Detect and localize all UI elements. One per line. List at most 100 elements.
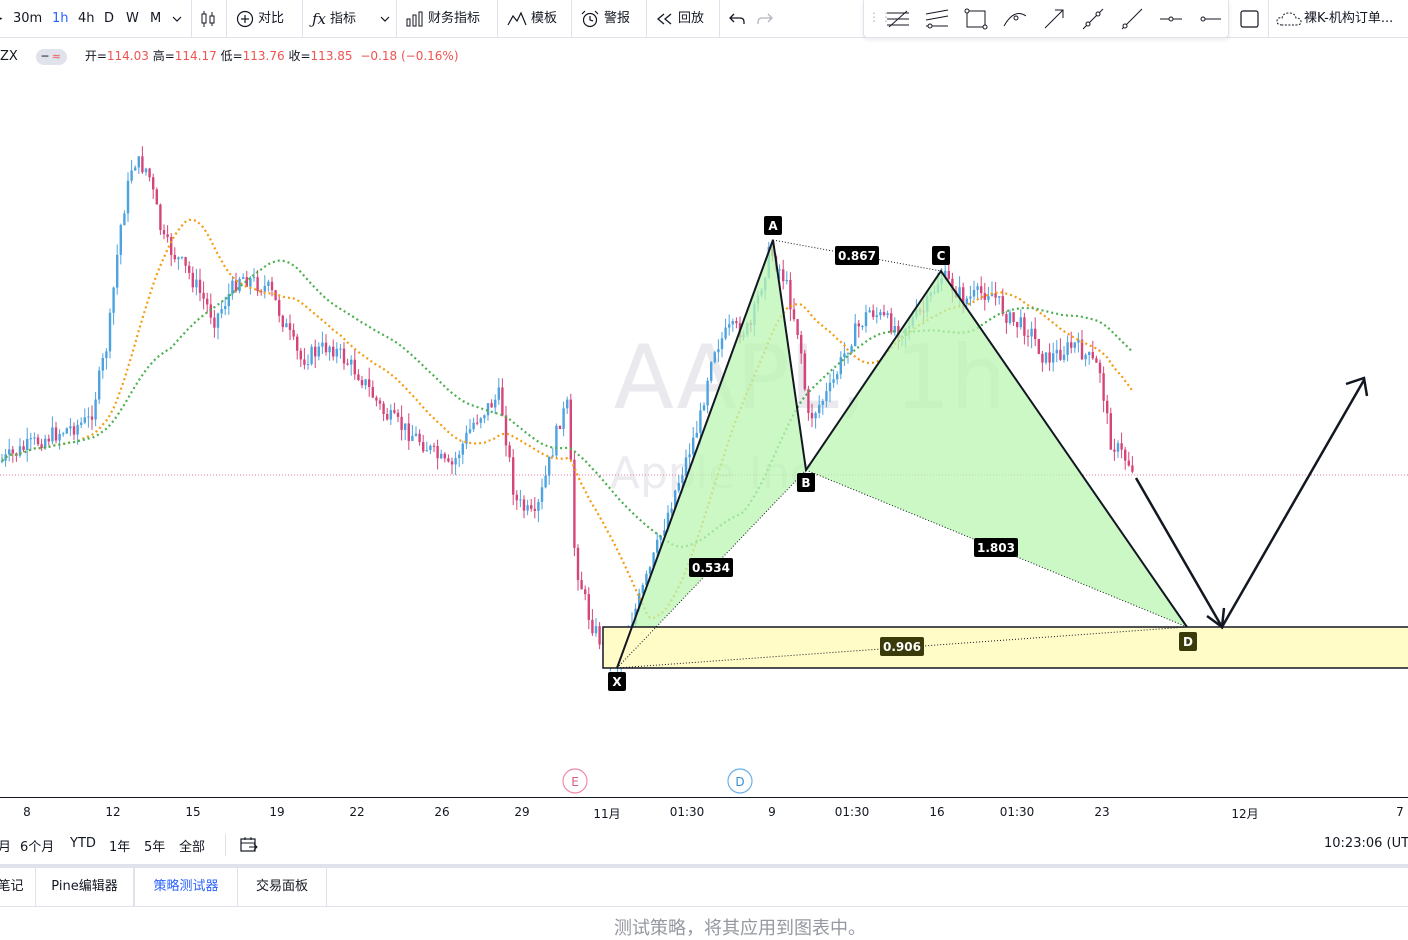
alert-button[interactable]: 警报 bbox=[580, 0, 630, 38]
layout-name: 裸K-机构订单... bbox=[1304, 11, 1394, 26]
interval-1h-button[interactable]: 1h bbox=[52, 0, 69, 38]
range-5y-button[interactable]: 5年 bbox=[144, 836, 165, 855]
ray-icon[interactable] bbox=[1117, 4, 1147, 34]
time-axis-label: 16 bbox=[929, 805, 945, 819]
templates-button[interactable]: 模板 bbox=[507, 0, 557, 38]
plus-circle-icon bbox=[236, 10, 254, 27]
ratio-label-bcd[interactable]: 1.803 bbox=[974, 538, 1018, 557]
svg-text:0.534: 0.534 bbox=[692, 561, 730, 575]
svg-text:0.867: 0.867 bbox=[838, 249, 876, 263]
ratio-label-abc[interactable]: 0.867 bbox=[835, 246, 879, 265]
arrow-icon[interactable] bbox=[1039, 4, 1069, 34]
tab-strategy-tester[interactable]: 策略测试器 bbox=[134, 868, 238, 906]
time-axis-label: 8 bbox=[23, 805, 31, 819]
range-1y-button[interactable]: 1年 bbox=[109, 836, 130, 855]
time-axis-label: 19 bbox=[269, 805, 285, 819]
time-axis[interactable]: 8 12 15 19 22 26 29 11月 01:30 9 01:30 16 01:30 23 12月 7 bbox=[0, 797, 1408, 825]
interval-dropdown-chevron-icon[interactable] bbox=[172, 0, 182, 38]
rewind-icon bbox=[656, 13, 672, 24]
point-label-a[interactable]: A bbox=[764, 216, 782, 235]
compare-button[interactable]: 对比 bbox=[236, 0, 284, 38]
drawing-toolbar: ⋮⋮ bbox=[863, 0, 1229, 38]
ratio-label-xad[interactable]: 0.906 bbox=[880, 637, 924, 656]
tab-trading-panel[interactable]: 交易面板 bbox=[238, 868, 327, 906]
interval-d-button[interactable]: D bbox=[104, 0, 114, 38]
utc-clock[interactable]: 10:23:06 (UTC bbox=[1324, 836, 1408, 851]
time-axis-label: 7 bbox=[1396, 805, 1404, 819]
point-label-d[interactable]: D bbox=[1179, 632, 1197, 651]
point-label-x[interactable]: X bbox=[608, 672, 626, 691]
fib-channel-icon[interactable] bbox=[922, 4, 952, 34]
target-zone[interactable] bbox=[602, 626, 1408, 669]
horizontal-ray-icon[interactable] bbox=[1195, 4, 1225, 34]
earnings-event-marker[interactable]: E bbox=[562, 768, 588, 794]
interval-w-button[interactable]: W bbox=[126, 0, 139, 38]
bar-chart-icon bbox=[406, 11, 423, 26]
interval-m-button[interactable]: M bbox=[150, 0, 161, 38]
undo-icon[interactable] bbox=[728, 0, 746, 38]
tab-notes[interactable]: 笔记 bbox=[0, 868, 36, 906]
svg-text:C: C bbox=[937, 249, 946, 263]
replay-label: 回放 bbox=[678, 11, 705, 26]
alert-label: 警报 bbox=[604, 11, 631, 26]
time-axis-label: 01:30 bbox=[834, 805, 870, 819]
svg-text:1.803: 1.803 bbox=[977, 541, 1015, 555]
time-axis-label: 26 bbox=[434, 805, 450, 819]
replay-button[interactable]: 回放 bbox=[656, 0, 704, 38]
cloud-icon bbox=[1276, 11, 1302, 25]
price-chart[interactable]: AAPL, 1h Apple Inc X A B C D 0.534 0.867… bbox=[0, 39, 1408, 797]
interval-cut-icon: ▸ bbox=[0, 0, 4, 38]
svg-text:A: A bbox=[768, 219, 778, 233]
box-icon[interactable] bbox=[1238, 8, 1262, 30]
rectangle-icon[interactable] bbox=[961, 4, 991, 34]
range-all-button[interactable]: 全部 bbox=[179, 836, 205, 855]
svg-text:D: D bbox=[735, 775, 744, 789]
time-axis-label: 15 bbox=[185, 805, 201, 819]
time-axis-label: 11月 bbox=[593, 807, 621, 821]
curve-icon[interactable] bbox=[1000, 4, 1030, 34]
svg-text:0.906: 0.906 bbox=[883, 640, 921, 654]
time-axis-label: 29 bbox=[514, 805, 530, 819]
time-axis-label: 9 bbox=[768, 805, 776, 819]
indicators-label: 指标 bbox=[330, 11, 357, 27]
time-axis-label: 12月 bbox=[1231, 807, 1259, 821]
fib-retracement-icon[interactable] bbox=[883, 4, 913, 34]
goto-date-icon[interactable] bbox=[239, 836, 259, 854]
template-icon bbox=[507, 11, 527, 25]
range-bar: 月 6个月 YTD 1年 5年 全部 10:23:06 (UTC bbox=[0, 826, 1408, 864]
function-icon: ƒx bbox=[312, 10, 327, 28]
ratio-label-xab[interactable]: 0.534 bbox=[689, 558, 733, 577]
point-label-c[interactable]: C bbox=[932, 246, 950, 265]
indicators-dropdown-chevron-icon[interactable] bbox=[380, 0, 390, 38]
time-axis-label: 01:30 bbox=[669, 805, 705, 819]
svg-text:E: E bbox=[571, 775, 579, 789]
point-label-b[interactable]: B bbox=[797, 473, 815, 492]
time-axis-label: 12 bbox=[105, 805, 121, 819]
interval-4h-button[interactable]: 4h bbox=[78, 0, 95, 38]
tab-pine-editor[interactable]: Pine编辑器 bbox=[36, 868, 134, 906]
range-1m-button[interactable]: 月 bbox=[0, 836, 11, 855]
interval-30m-button[interactable]: 30m bbox=[13, 0, 42, 38]
alarm-clock-icon bbox=[581, 10, 599, 27]
horizontal-line-icon[interactable] bbox=[1156, 4, 1186, 34]
redo-icon[interactable] bbox=[756, 0, 774, 38]
candle-style-icon[interactable] bbox=[199, 0, 217, 38]
layout-menu[interactable]: 裸K-机构订单... bbox=[1276, 0, 1393, 38]
projection-path[interactable] bbox=[1134, 379, 1366, 630]
time-axis-label: 22 bbox=[349, 805, 365, 819]
pattern-bcd-fill bbox=[806, 271, 1187, 627]
financials-label: 财务指标 bbox=[428, 11, 481, 26]
dividend-event-marker[interactable]: D bbox=[727, 768, 753, 794]
time-axis-label: 23 bbox=[1094, 805, 1110, 819]
templates-label: 模板 bbox=[531, 11, 558, 26]
indicators-button[interactable]: ƒx 指标 bbox=[312, 0, 356, 38]
compare-label: 对比 bbox=[258, 11, 285, 26]
range-6m-button[interactable]: 6个月 bbox=[20, 836, 54, 855]
svg-text:X: X bbox=[612, 675, 622, 689]
financials-button[interactable]: 财务指标 bbox=[406, 0, 480, 38]
range-ytd-button[interactable]: YTD bbox=[70, 836, 96, 851]
trend-line-icon[interactable] bbox=[1078, 4, 1108, 34]
strategy-empty-message: 测试策略，将其应用到图表中。 bbox=[614, 918, 866, 939]
svg-text:D: D bbox=[1183, 635, 1193, 649]
svg-text:B: B bbox=[801, 476, 810, 490]
